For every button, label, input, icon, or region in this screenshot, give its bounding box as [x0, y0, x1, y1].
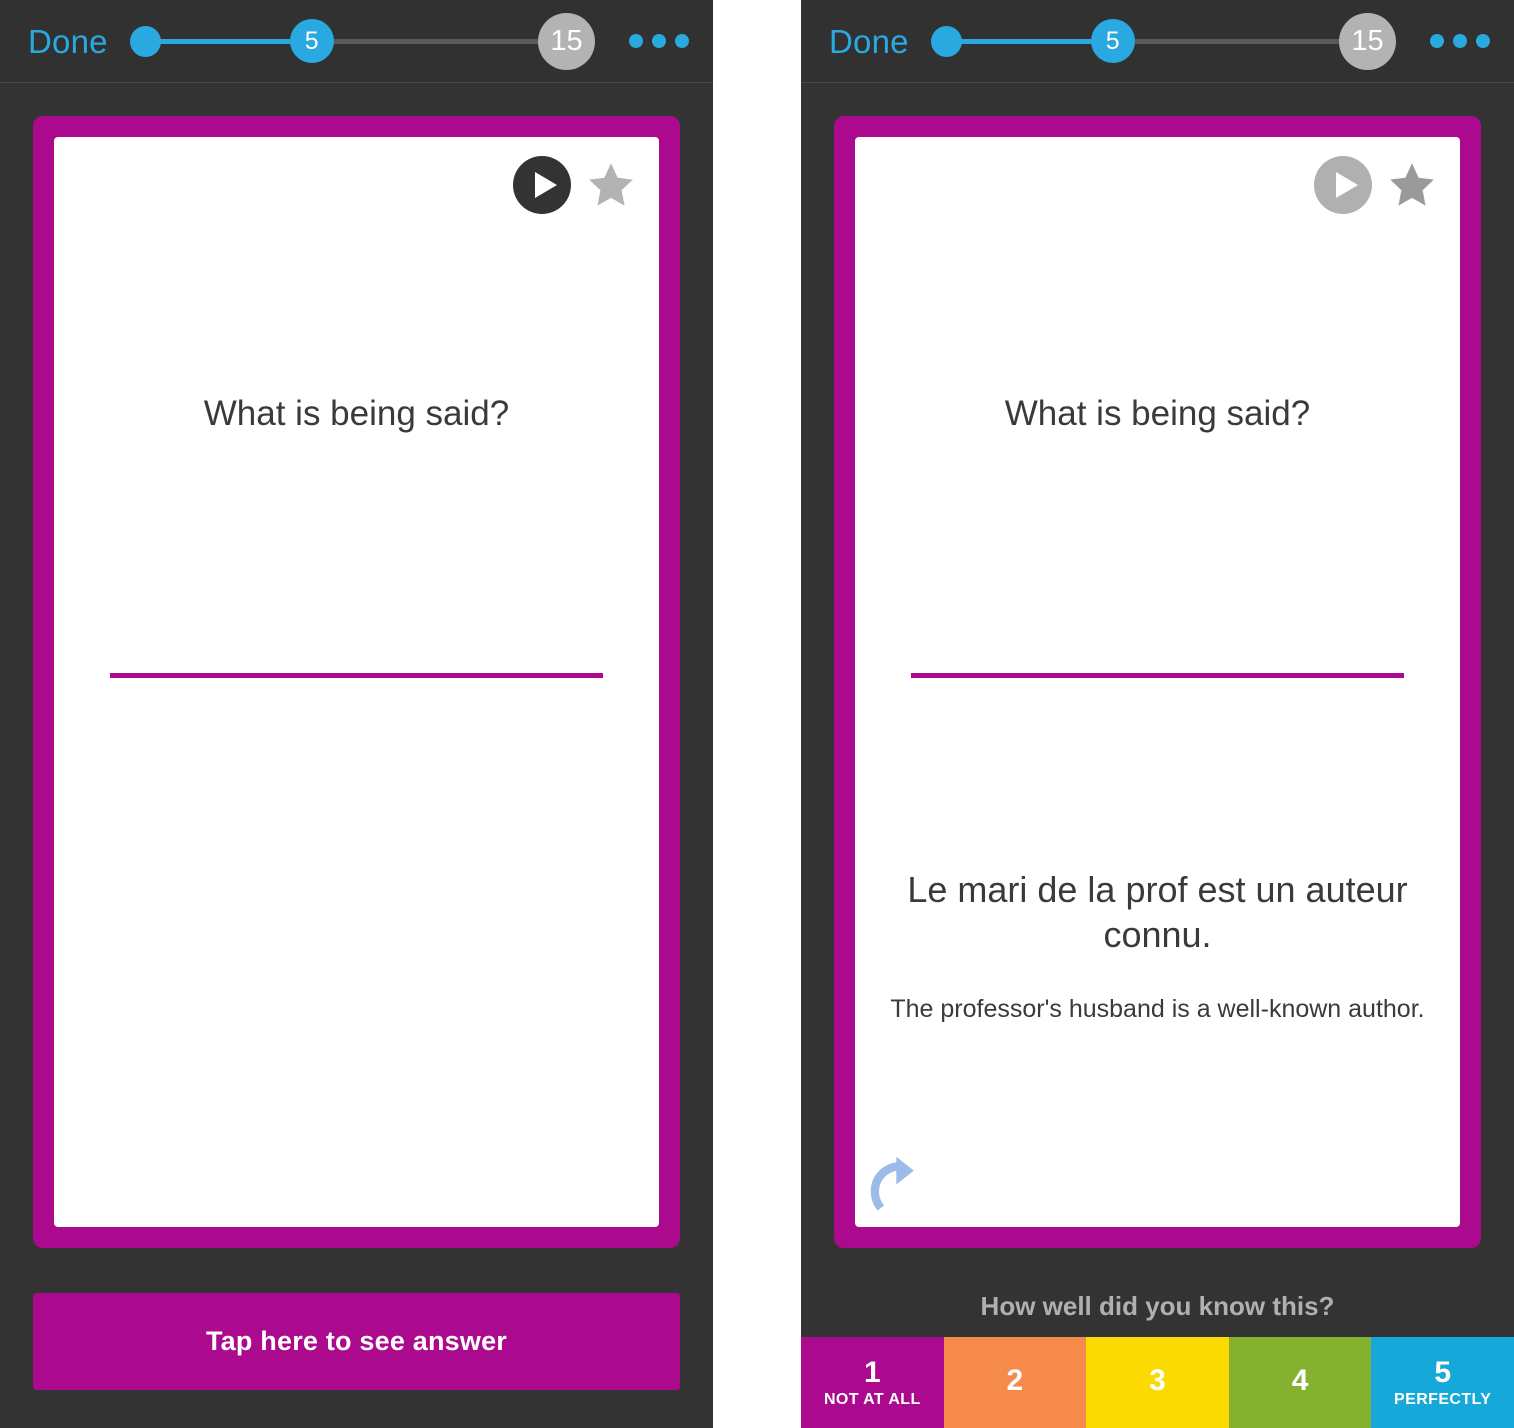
- slider-track-fill: [145, 38, 314, 44]
- flashcard-question[interactable]: What is being said?: [33, 116, 680, 1248]
- rating-option-4[interactable]: 4: [1228, 1337, 1372, 1428]
- screenshot-comparison: Done 5 15 What is being said? Tap here t…: [0, 0, 1514, 1428]
- rating-option-2[interactable]: 2: [943, 1337, 1087, 1428]
- answer-primary-text: Le mari de la prof est un auteur connu.: [907, 869, 1408, 955]
- done-button[interactable]: Done: [28, 25, 108, 58]
- play-audio-button[interactable]: [513, 156, 571, 214]
- slider-total-badge[interactable]: 15: [1339, 12, 1396, 70]
- slider-track-fill: [946, 38, 1115, 44]
- rating-bar: 1 NOT AT ALL 2 3 4 5 PERFECTLY: [801, 1337, 1514, 1428]
- dot-icon: [1430, 34, 1444, 48]
- slider-start-knob[interactable]: [930, 25, 962, 57]
- top-bar-right: Done 5 15: [801, 0, 1514, 83]
- rating-prompt: How well did you know this?: [980, 1291, 1335, 1321]
- question-text: What is being said?: [203, 394, 510, 433]
- slider-current-knob[interactable]: 5: [289, 19, 334, 63]
- rating-caption: NOT AT ALL: [823, 1391, 921, 1409]
- progress-slider[interactable]: 5 15: [930, 11, 1410, 71]
- done-button[interactable]: Done: [829, 25, 909, 58]
- panel-separator: [713, 0, 801, 1428]
- answer-block: Le mari de la prof est un auteur connu. …: [889, 867, 1426, 1026]
- card-divider: [911, 673, 1404, 678]
- answer-translation-text: The professor's husband is a well-known …: [890, 995, 1425, 1023]
- dot-icon: [1476, 34, 1490, 48]
- star-icon[interactable]: [585, 160, 637, 210]
- rating-number: 2: [1006, 1363, 1024, 1397]
- panel-question-side: Done 5 15 What is being said? Tap here t…: [0, 0, 713, 1428]
- play-icon: [534, 172, 557, 198]
- slider-current-knob[interactable]: 5: [1090, 19, 1135, 63]
- flashcard-face: What is being said? Le mari de la prof e…: [855, 137, 1460, 1227]
- top-bar-left: Done 5 15: [0, 0, 713, 83]
- rating-number: 1: [863, 1355, 881, 1389]
- slider-total-badge[interactable]: 15: [538, 12, 595, 70]
- question-text: What is being said?: [1004, 394, 1311, 433]
- more-options-button[interactable]: [1430, 34, 1490, 48]
- card-action-icons: [1314, 156, 1438, 214]
- flashcard-answer[interactable]: What is being said? Le mari de la prof e…: [834, 116, 1481, 1248]
- flashcard-face: What is being said?: [54, 137, 659, 1227]
- card-action-icons: [513, 156, 637, 214]
- rating-option-5[interactable]: 5 PERFECTLY: [1371, 1337, 1514, 1428]
- tap-to-see-answer-button[interactable]: Tap here to see answer: [33, 1293, 680, 1390]
- slider-start-knob[interactable]: [129, 25, 161, 57]
- panel-answer-side: Done 5 15 What is being said? Le mari de…: [801, 0, 1514, 1428]
- rating-number: 4: [1291, 1363, 1309, 1397]
- undo-arrow-icon[interactable]: [869, 1155, 939, 1219]
- dot-icon: [652, 34, 666, 48]
- rating-number: 3: [1149, 1363, 1166, 1397]
- play-audio-button[interactable]: [1314, 156, 1372, 214]
- play-icon: [1335, 172, 1358, 198]
- star-icon[interactable]: [1386, 160, 1438, 210]
- rating-caption: PERFECTLY: [1394, 1391, 1492, 1409]
- dot-icon: [629, 34, 643, 48]
- rating-number: 5: [1434, 1355, 1452, 1389]
- rating-option-1[interactable]: 1 NOT AT ALL: [801, 1337, 944, 1428]
- progress-slider[interactable]: 5 15: [129, 11, 609, 71]
- rating-option-3[interactable]: 3: [1086, 1337, 1229, 1428]
- dot-icon: [1453, 34, 1467, 48]
- card-divider: [110, 673, 603, 678]
- more-options-button[interactable]: [629, 34, 689, 48]
- dot-icon: [675, 34, 689, 48]
